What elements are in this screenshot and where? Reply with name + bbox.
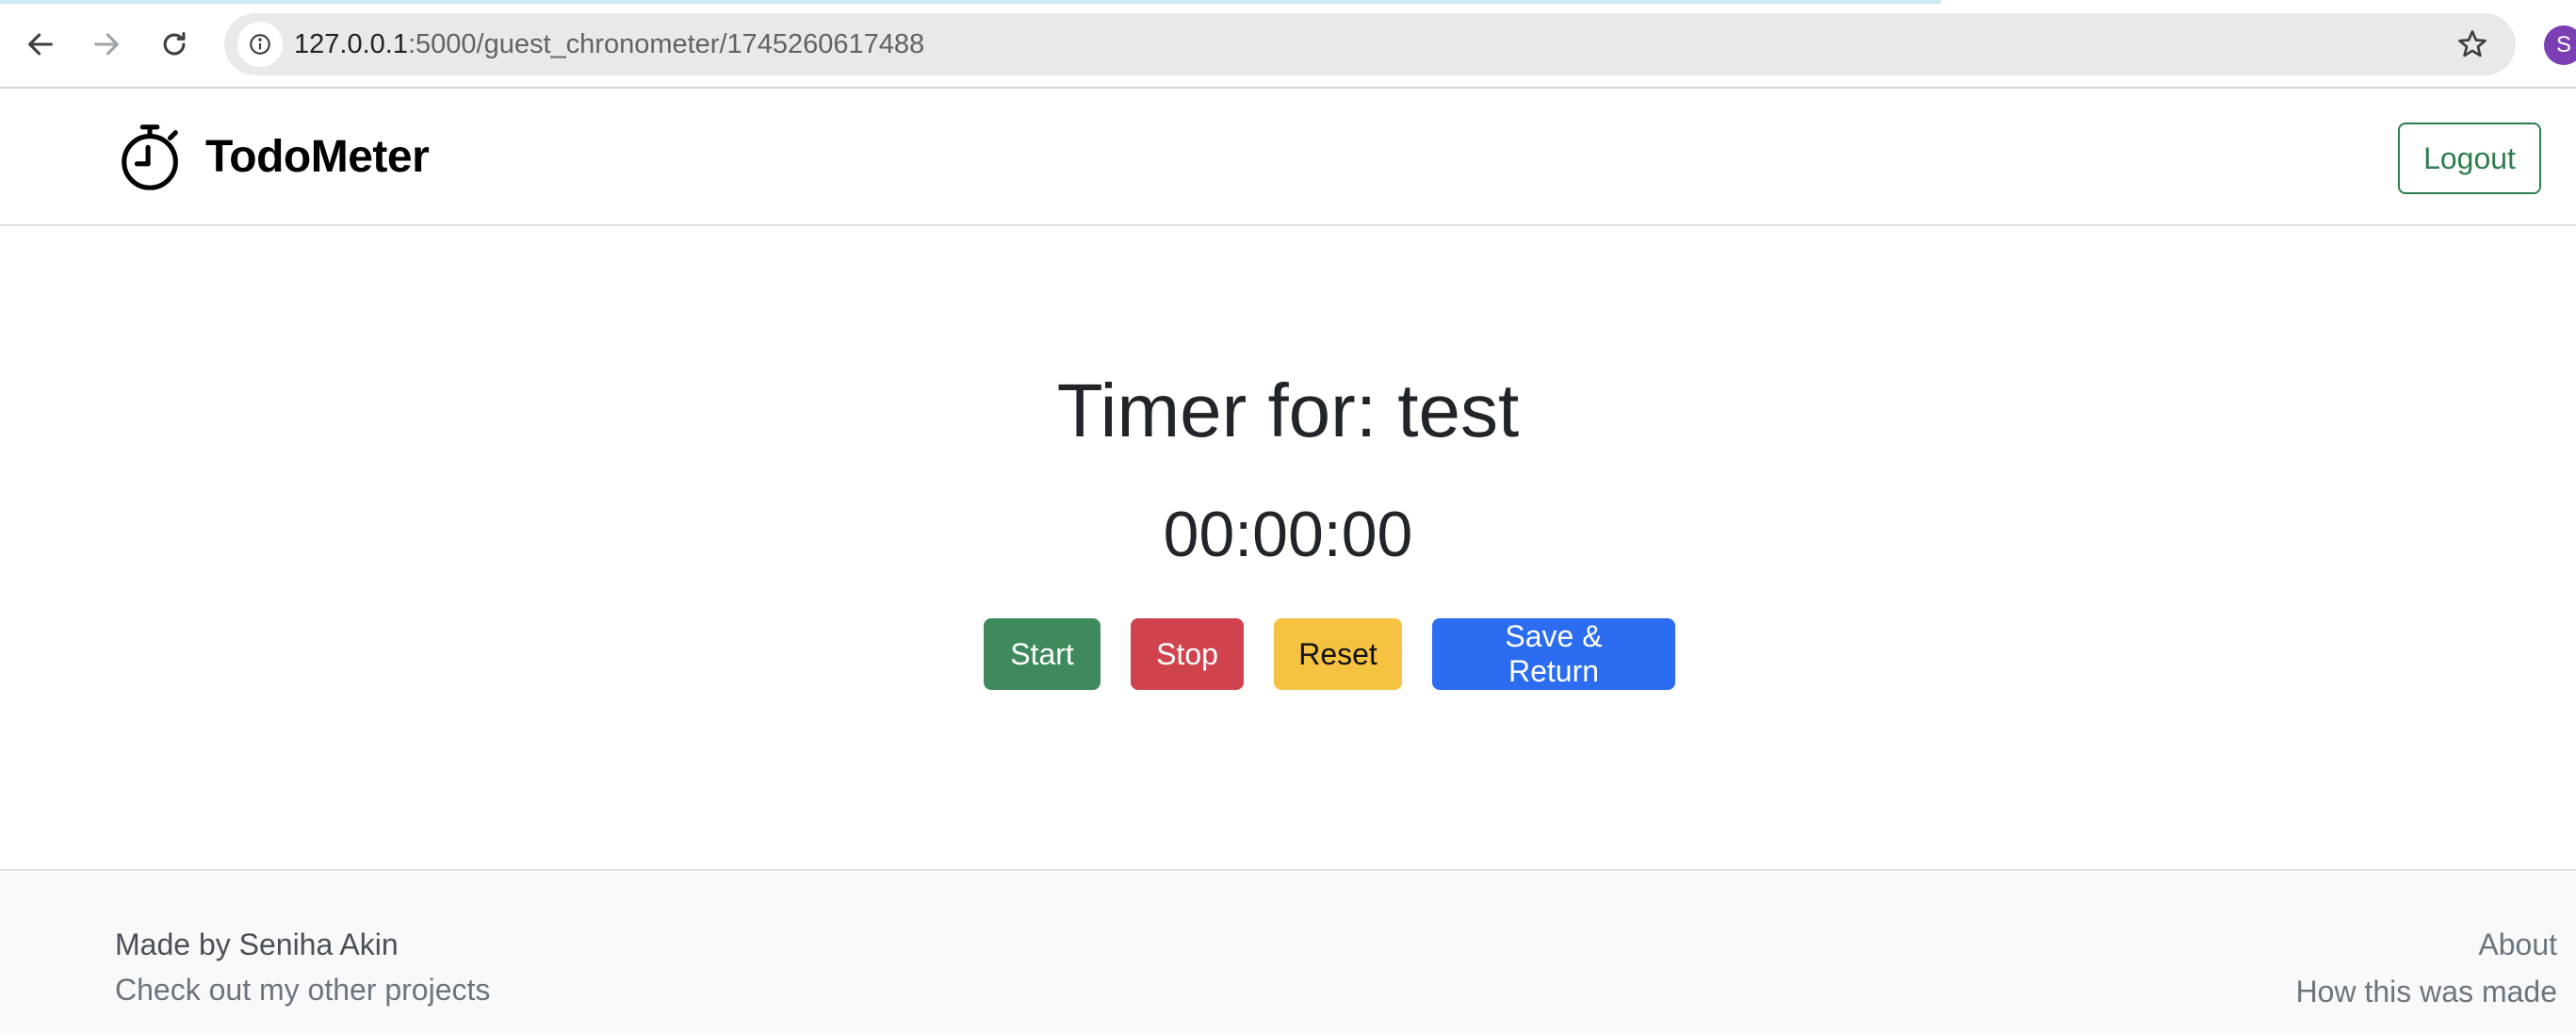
reset-button[interactable]: Reset bbox=[1274, 618, 1402, 690]
brand-link[interactable]: TodoMeter bbox=[115, 119, 430, 194]
about-link[interactable]: About bbox=[2296, 922, 2557, 967]
how-made-link[interactable]: How this was made bbox=[2296, 969, 2557, 1014]
url-path: :5000/guest_chronometer/1745260617488 bbox=[407, 29, 925, 59]
stop-button[interactable]: Stop bbox=[1131, 618, 1244, 690]
save-return-button[interactable]: Save & Return bbox=[1432, 618, 1675, 690]
brand-name: TodoMeter bbox=[205, 131, 430, 182]
forward-button[interactable] bbox=[85, 23, 128, 66]
bookmark-star-icon[interactable] bbox=[2455, 27, 2489, 61]
url-host: 127.0.0.1 bbox=[294, 29, 408, 59]
browser-toolbar: 127.0.0.1:5000/guest_chronometer/1745260… bbox=[0, 0, 2576, 89]
page-title: Timer for: test bbox=[0, 368, 2576, 454]
timer-display: 00:00:00 bbox=[1163, 499, 1413, 570]
site-header: TodoMeter Logout bbox=[0, 89, 2576, 226]
profile-avatar[interactable]: S bbox=[2544, 25, 2576, 65]
footer-right: About How this was made bbox=[2296, 922, 2557, 1014]
url-text[interactable]: 127.0.0.1:5000/guest_chronometer/1745260… bbox=[294, 29, 924, 60]
footer-left: Made by Seniha Akin Check out my other p… bbox=[115, 922, 490, 1012]
back-button[interactable] bbox=[19, 23, 62, 66]
timer-controls: Start Stop Reset Save & Return bbox=[0, 618, 2576, 690]
reload-icon bbox=[163, 32, 186, 56]
profile-initial: S bbox=[2555, 32, 2571, 57]
site-info-icon[interactable] bbox=[237, 22, 283, 67]
timer-section: Timer for: test 00:00:00 Start Stop Rese… bbox=[0, 226, 2576, 869]
reload-button[interactable] bbox=[153, 23, 196, 66]
stopwatch-icon bbox=[122, 124, 178, 190]
arrow-left-icon bbox=[28, 33, 53, 56]
tab-strip-edge bbox=[0, 0, 1941, 4]
task-name: test bbox=[1397, 369, 1520, 452]
arrow-right-icon bbox=[94, 33, 119, 56]
site-footer: Made by Seniha Akin Check out my other p… bbox=[0, 869, 2576, 1033]
logout-button[interactable]: Logout bbox=[2398, 123, 2541, 194]
other-projects-link[interactable]: Check out my other projects bbox=[115, 967, 490, 1012]
footer-credit: Made by Seniha Akin bbox=[115, 927, 399, 961]
address-bar[interactable]: 127.0.0.1:5000/guest_chronometer/1745260… bbox=[224, 13, 2516, 75]
start-button[interactable]: Start bbox=[984, 618, 1101, 690]
timer-title-prefix: Timer for: bbox=[1056, 369, 1398, 452]
